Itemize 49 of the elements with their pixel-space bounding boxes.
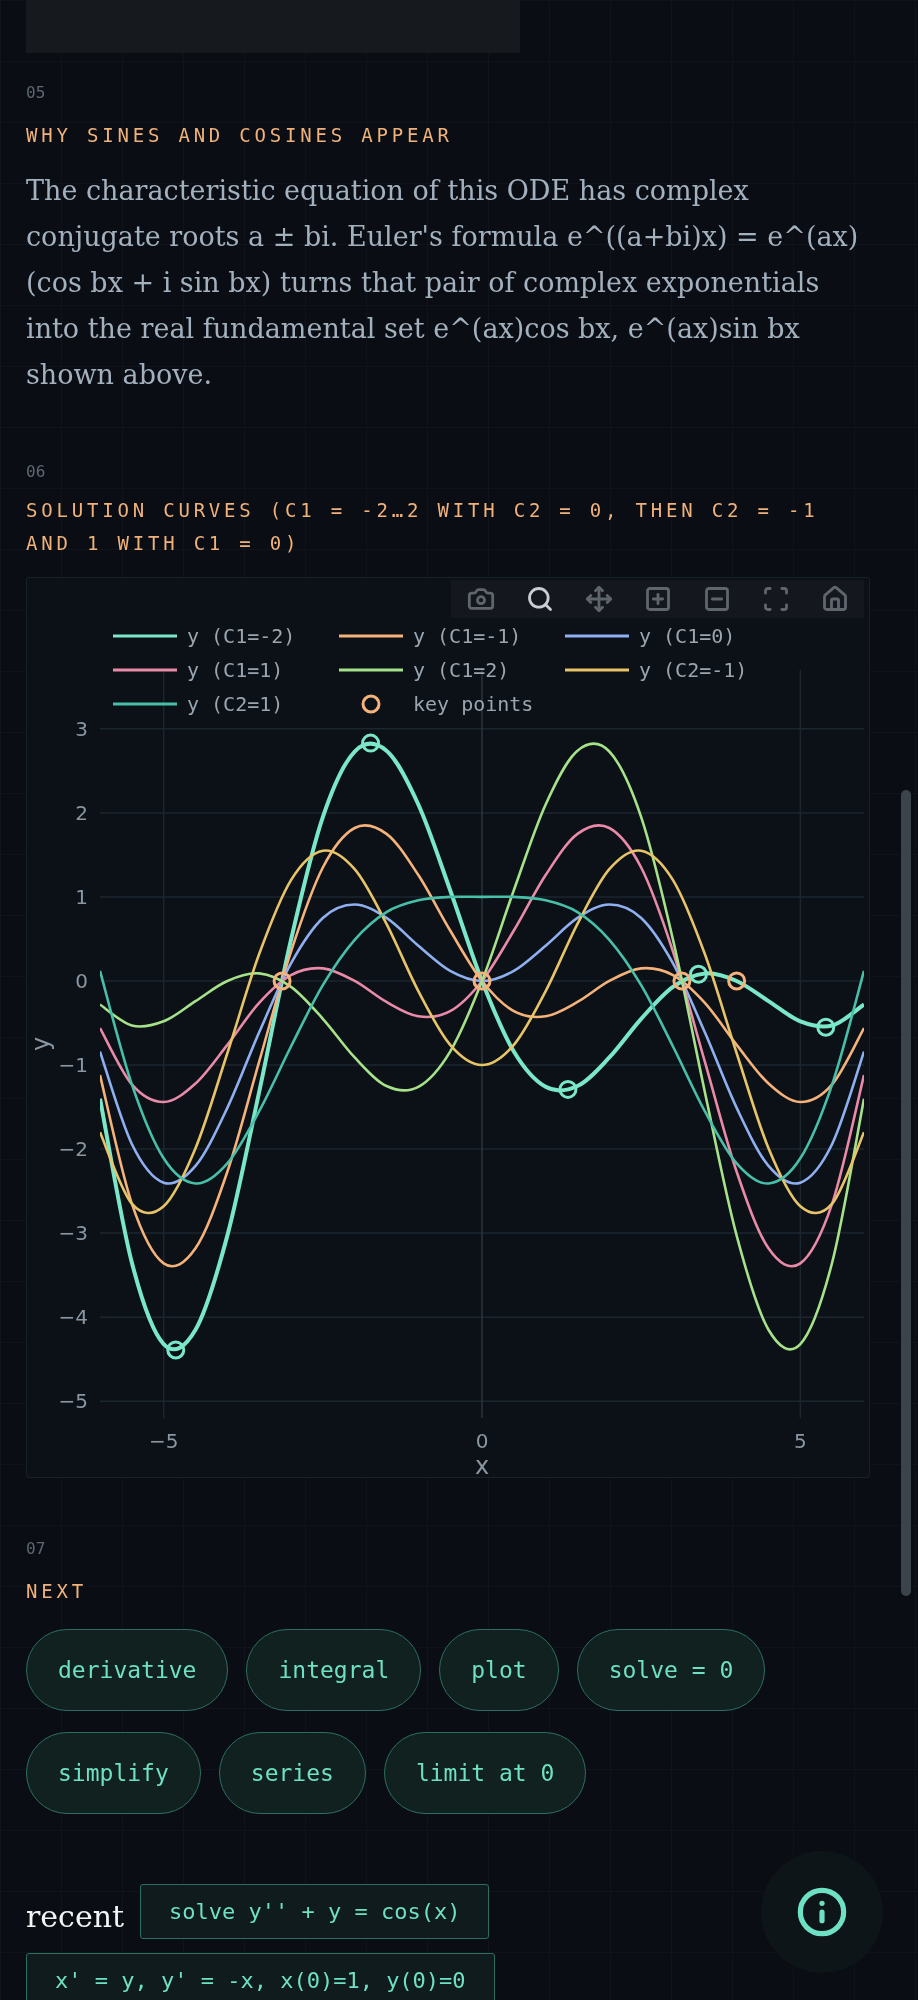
legend-label: key points <box>413 692 534 716</box>
legend-label: y (C2=1) <box>187 692 284 716</box>
y-tick-label: −2 <box>58 1137 88 1162</box>
y-tick-label: −1 <box>58 1053 88 1077</box>
x-axis-title: x <box>474 1452 490 1477</box>
section-heading: WHY SINES AND COSINES APPEAR <box>26 123 454 148</box>
legend-swatch <box>113 668 177 672</box>
action-chip[interactable]: solve = 0 <box>576 1629 766 1711</box>
legend-label: y (C1=0) <box>639 624 736 648</box>
legend-swatch <box>565 668 629 672</box>
legend-label: y (C1=2) <box>413 658 510 682</box>
section-heading: SOLUTION CURVES (C1 = -2…2 WITH C2 = 0, THEN C2 = -1 AND 1 WITH C1 = 0) <box>26 498 820 556</box>
legend-swatch <box>339 668 403 672</box>
recent-query[interactable]: x' = y, y' = -x, x(0)=1, y(0)=0 <box>26 1953 495 2000</box>
section-number: 06 <box>26 461 47 483</box>
scrollbar-thumb[interactable] <box>901 790 911 1596</box>
y-tick-label: −4 <box>58 1305 88 1330</box>
y-tick-label: −3 <box>58 1221 88 1246</box>
section-heading: NEXT <box>26 1579 88 1604</box>
legend-swatch <box>113 702 177 706</box>
x-tick-label: −5 <box>148 1429 179 1453</box>
section-number: 07 <box>26 1538 47 1560</box>
recent-label: recent <box>26 1898 125 1936</box>
section-number: 05 <box>26 82 47 104</box>
action-chip[interactable]: derivative <box>26 1629 229 1711</box>
legend-swatch <box>339 634 403 638</box>
action-chip[interactable]: simplify <box>26 1732 201 1814</box>
action-chip[interactable]: integral <box>246 1629 422 1711</box>
info-icon <box>796 1886 848 1938</box>
explanation-paragraph: The characteristic equation of this ODE has complex conjugate roots a ± bi. Euler's formula e^((a+bi)x) = e^(ax) (cos bx + i sin bx) turns that pair of complex exponentials into the real fundamental set e^(ax)cos bx, e^(ax)sin bx shown above. <box>26 174 860 392</box>
x-tick-label: 0 <box>475 1429 489 1453</box>
legend-label: y (C2=-1) <box>639 658 748 682</box>
y-tick-label: 2 <box>75 800 88 825</box>
y-tick-label: −5 <box>58 1389 88 1414</box>
y-tick-label: 3 <box>75 716 88 741</box>
y-tick-label: 0 <box>75 968 88 993</box>
y-axis-title: y <box>27 1036 55 1052</box>
legend-label: y (C1=-1) <box>413 624 522 648</box>
legend-label: y (C1=1) <box>187 658 284 682</box>
x-tick-label: 5 <box>793 1429 807 1453</box>
action-chip[interactable]: series <box>218 1732 366 1814</box>
legend-swatch <box>565 634 629 638</box>
recent-query[interactable]: solve y'' + y = cos(x) <box>140 1884 490 1939</box>
action-chip[interactable]: plot <box>439 1629 559 1711</box>
legend-swatch <box>113 634 177 638</box>
legend-marker <box>361 694 381 714</box>
y-tick-label: 1 <box>75 884 88 909</box>
action-chip[interactable]: limit at 0 <box>383 1732 587 1814</box>
legend-label: y (C1=-2) <box>187 624 296 648</box>
